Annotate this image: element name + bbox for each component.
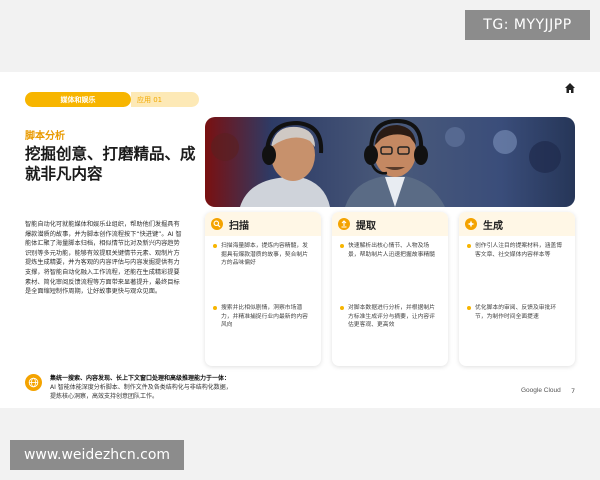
- card-scan-bullet-1: 扫描海量脚本，提炼内容精髓，发掘具有爆款潜质的故事，契合制片方的品味偏好: [213, 242, 313, 268]
- card-generate-bullet-2: 优化脚本的审阅、反馈及审批环节，为制作时间全面提速: [467, 304, 567, 321]
- bullet-dot: [213, 244, 217, 248]
- sparkle-icon: [465, 218, 477, 230]
- commentators-photo: [205, 117, 575, 207]
- tag-application: 应用 01: [131, 92, 199, 107]
- page-title: 挖掘创意、打磨精品、成就非凡内容: [25, 145, 196, 183]
- brand-logo: Google Cloud: [521, 387, 561, 394]
- upload-icon: [338, 218, 350, 230]
- globe-icon: [25, 374, 42, 391]
- bullet-dot: [467, 244, 471, 248]
- watermark: www.weidezhcn.com: [10, 440, 184, 470]
- search-icon: [211, 218, 223, 230]
- card-scan-title: 扫描: [229, 220, 249, 232]
- card-extract-header: 提取: [332, 212, 448, 236]
- footer-text: 集统一搜索、内容发现、长上下文窗口处理和高级推理能力于一体： AI 智能体能深度分…: [50, 374, 235, 401]
- page-number: 7: [571, 387, 576, 395]
- card-extract-bullet-1: 快速解析出核心情节、人物及场景，帮助制片人迅速把握故事精髓: [340, 242, 440, 259]
- tg-badge: TG: MYYJJPP: [465, 10, 590, 40]
- section-kicker: 脚本分析: [25, 131, 65, 142]
- home-icon[interactable]: [564, 82, 576, 94]
- card-generate-header: 生成: [459, 212, 575, 236]
- tag-media-entertainment: 媒体和娱乐: [25, 92, 131, 107]
- card-extract-bullet-2: 对脚本数据进行分析，并根据制片方标准生成评分与摘要，让内容评估更客观、更高效: [340, 304, 440, 330]
- card-scan: 扫描 扫描海量脚本，提炼内容精髓，发掘具有爆款潜质的故事，契合制片方的品味偏好 …: [205, 212, 321, 366]
- bullet-dot: [340, 306, 344, 310]
- card-scan-header: 扫描: [205, 212, 321, 236]
- card-generate-bullet-1: 创作引人注目的提案材料，涵盖博客文章、社交媒体内容样本等: [467, 242, 567, 259]
- card-generate: 生成 创作引人注目的提案材料，涵盖博客文章、社交媒体内容样本等 优化脚本的审阅、…: [459, 212, 575, 366]
- intro-paragraph: 智能自动化可就能媒体和娱乐业组织，帮助他们发掘具有爆款潜质的故事，并为脚本创作流…: [25, 221, 182, 296]
- footer-bold-text: 集统一搜索、内容发现、长上下文窗口处理和高级推理能力于一体：: [50, 375, 231, 382]
- card-extract-title: 提取: [356, 220, 376, 232]
- bullet-dot: [213, 306, 217, 310]
- bullet-dot: [467, 306, 471, 310]
- slide: 媒体和娱乐 应用 01 脚本分析 挖掘创意、打磨精品、成就非凡内容 智能自动化可…: [0, 72, 600, 408]
- card-scan-bullet-2: 搜索并比相似剧情，洞察市场潜力，并精准捕捉行业内最新的内容风向: [213, 304, 313, 330]
- footer-summary: 集统一搜索、内容发现、长上下文窗口处理和高级推理能力于一体： AI 智能体能深度分…: [25, 374, 235, 401]
- card-extract: 提取 快速解析出核心情节、人物及场景，帮助制片人迅速把握故事精髓 对脚本数据进行…: [332, 212, 448, 366]
- card-generate-title: 生成: [483, 220, 503, 232]
- bullet-dot: [340, 244, 344, 248]
- footer-rest-text: AI 智能体能深度分析脚本、制作文件及各类结构化与非结构化数据，提炼核心洞察，高…: [50, 384, 232, 400]
